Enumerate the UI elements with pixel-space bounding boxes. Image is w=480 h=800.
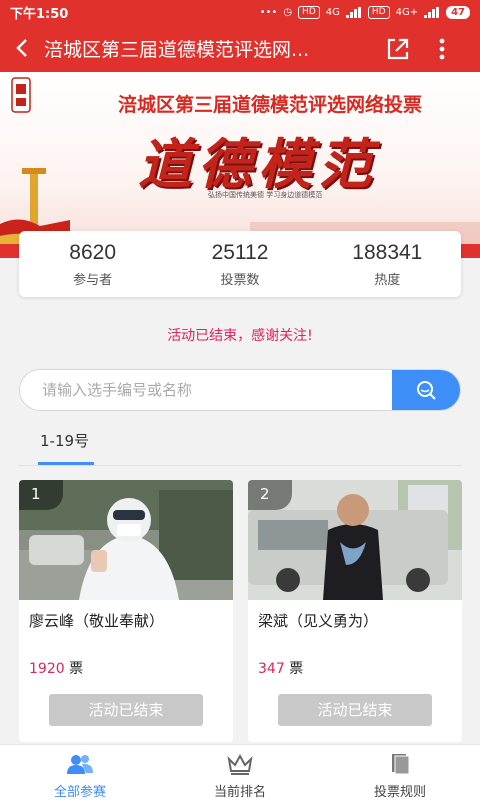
vote-unit: 票 — [69, 661, 84, 677]
candidate-votes: 347 票 — [258, 658, 303, 678]
signal-icon — [345, 6, 361, 18]
bottom-navigation: 全部参赛 当前排名 投票规则 — [0, 744, 480, 800]
nav-current-ranking[interactable]: 当前排名 — [160, 745, 320, 800]
dots-icon: ••• — [259, 6, 278, 18]
stat-value: 8620 — [69, 241, 117, 264]
share-icon — [387, 38, 409, 60]
page-title: 涪城区第三届道德模范评选网... — [44, 38, 310, 61]
more-vertical-icon — [439, 38, 445, 60]
activity-ended-notice: 活动已结束，感谢关注! — [167, 328, 313, 344]
candidate-number-badge: 2 — [248, 480, 292, 510]
vote-unit: 票 — [289, 661, 304, 677]
signal-icon — [424, 6, 440, 18]
document-icon — [392, 754, 410, 775]
candidate-card[interactable]: 2 梁斌（见义勇为） 347 票 活动已结束 — [248, 480, 462, 742]
stats-card: 8620 参与者 25112 投票数 188341 热度 — [19, 231, 461, 297]
stat-value: 25112 — [211, 241, 269, 264]
stat-participants: 8620 参与者 — [19, 231, 166, 297]
candidate-name: 廖云峰（敬业奉献） — [29, 612, 165, 630]
battery-indicator: 47 — [446, 5, 470, 19]
share-button[interactable] — [385, 36, 411, 62]
stat-popularity: 188341 热度 — [314, 231, 461, 297]
status-time: 下午1:50 — [10, 6, 69, 22]
users-icon — [67, 755, 93, 774]
status-bar: 下午1:50 ••• ◷ HD 4G HD 4G+ 47 — [0, 0, 480, 24]
nav-all-participants[interactable]: 全部参赛 — [0, 745, 160, 800]
banner-title: 涪城区第三届道德模范评选网络投票 — [118, 94, 423, 116]
title-bar: 涪城区第三届道德模范评选网... — [0, 24, 480, 72]
signal-label-2: 4G+ — [395, 6, 419, 18]
search-button[interactable] — [392, 370, 460, 410]
back-arrow-icon — [16, 39, 27, 57]
back-button[interactable] — [0, 24, 44, 72]
group-tabs: 1-19号 — [19, 420, 461, 466]
status-icons: ••• ◷ HD 4G HD 4G+ 47 — [259, 5, 470, 19]
stat-label: 热度 — [374, 273, 401, 288]
nav-voting-rules[interactable]: 投票规则 — [320, 745, 480, 800]
nav-label: 投票规则 — [373, 785, 426, 800]
network-badge-1: HD — [298, 5, 320, 19]
candidate-votes: 1920 票 — [29, 658, 83, 678]
vote-button-disabled[interactable]: 活动已结束 — [278, 694, 432, 726]
vote-count: 347 — [258, 661, 285, 677]
seal-logo-icon — [11, 77, 31, 113]
vote-count: 1920 — [29, 661, 65, 677]
candidate-name: 梁斌（见义勇为） — [258, 612, 379, 630]
stat-label: 参与者 — [73, 273, 113, 288]
tab-active-indicator — [38, 462, 94, 465]
alarm-icon: ◷ — [283, 6, 293, 18]
crown-icon — [227, 753, 253, 775]
nav-label: 当前排名 — [213, 785, 266, 800]
vote-button-disabled[interactable]: 活动已结束 — [49, 694, 203, 726]
candidate-number-badge: 1 — [19, 480, 63, 510]
network-badge-2: HD — [367, 5, 390, 19]
banner-big-title: 道德模范 — [138, 132, 378, 196]
search-icon — [417, 381, 436, 400]
stat-value: 188341 — [352, 241, 423, 264]
signal-label-1: 4G — [325, 6, 340, 18]
search-input[interactable] — [20, 370, 392, 410]
tab-group-1-19[interactable]: 1-19号 — [40, 430, 89, 451]
stat-label: 投票数 — [220, 273, 260, 288]
banner-subtitle: 弘扬中国传统美德 学习身边道德模范 — [208, 191, 323, 199]
search-bar — [19, 369, 461, 411]
stat-votes: 25112 投票数 — [166, 231, 313, 297]
nav-label: 全部参赛 — [53, 785, 106, 800]
candidate-card[interactable]: 1 廖云峰（敬业奉献） 1920 票 活动已结束 — [19, 480, 233, 742]
more-menu-button[interactable] — [434, 36, 450, 62]
